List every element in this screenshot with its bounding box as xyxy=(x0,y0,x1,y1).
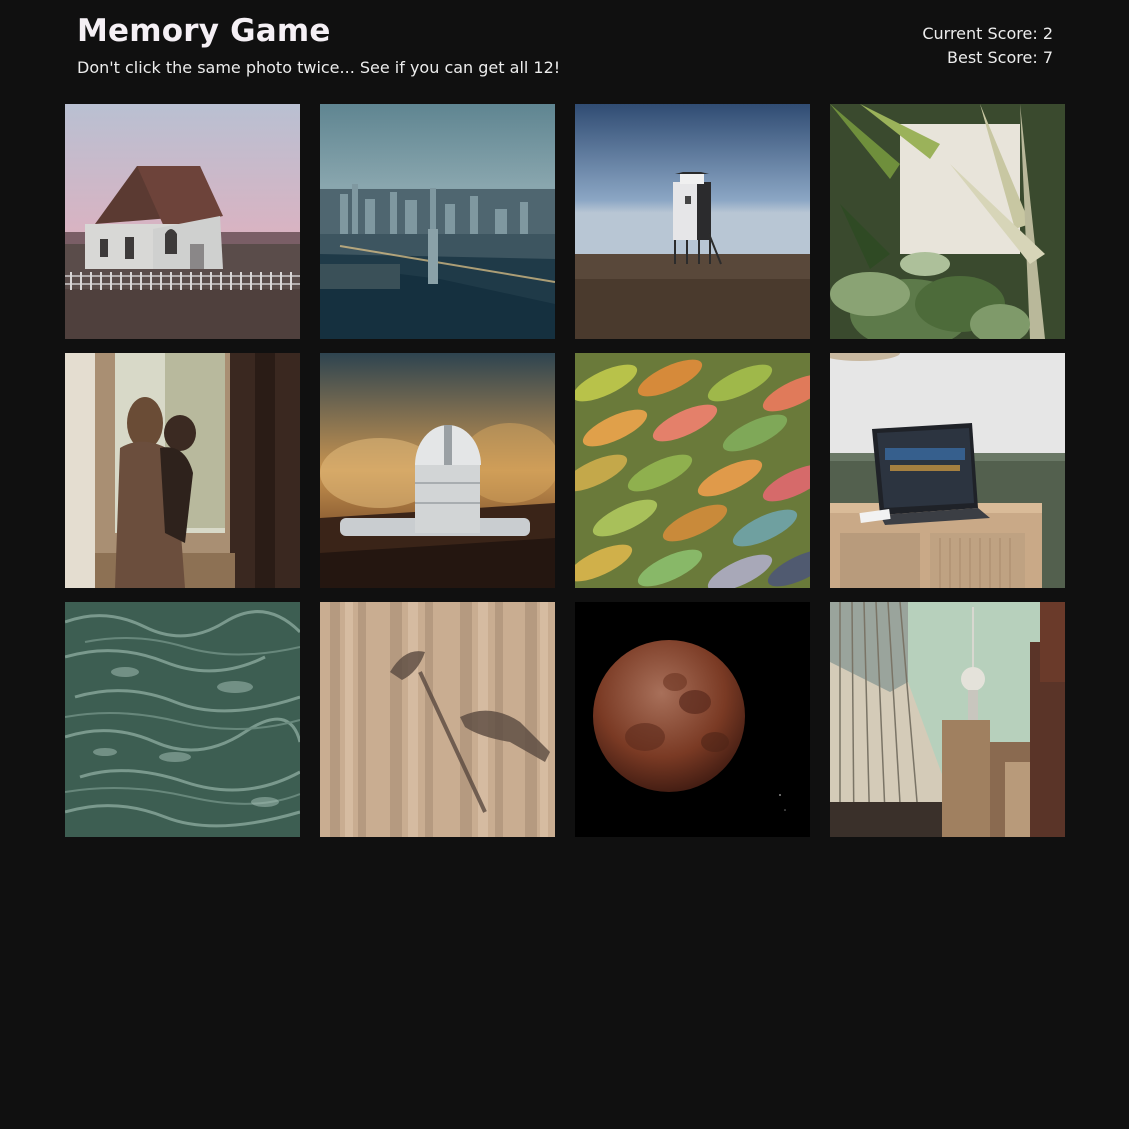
best-score: Best Score: 7 xyxy=(922,46,1053,70)
scoreboard: Current Score: 2 Best Score: 7 xyxy=(922,22,1053,70)
tv-tower-photo-icon xyxy=(830,602,1065,837)
card-feathers[interactable] xyxy=(575,353,810,588)
city-photo-icon xyxy=(320,104,555,339)
curtain-photo-icon xyxy=(320,602,555,837)
plants-photo-icon xyxy=(830,104,1065,339)
feathers-photo-icon xyxy=(575,353,810,588)
best-score-value: 7 xyxy=(1042,48,1053,67)
card-city-river[interactable] xyxy=(320,104,555,339)
card-tv-tower[interactable] xyxy=(830,602,1065,837)
observatory-photo-icon xyxy=(320,353,555,588)
laptop-photo-icon xyxy=(830,353,1065,588)
current-score-label: Current Score: xyxy=(922,24,1038,43)
card-observatory[interactable] xyxy=(320,353,555,588)
header: Memory Game Don't click the same photo t… xyxy=(77,12,1053,84)
ocean-photo-icon xyxy=(65,602,300,837)
card-lighthouse[interactable] xyxy=(575,104,810,339)
card-ocean-water[interactable] xyxy=(65,602,300,837)
card-tropical-plants[interactable] xyxy=(830,104,1065,339)
page-subtitle: Don't click the same photo twice... See … xyxy=(77,58,561,77)
current-score-value: 2 xyxy=(1042,24,1053,43)
card-white-church[interactable] xyxy=(65,104,300,339)
card-mother-child[interactable] xyxy=(65,353,300,588)
lighthouse-photo-icon xyxy=(575,104,810,339)
best-score-label: Best Score: xyxy=(947,48,1038,67)
church-photo-icon xyxy=(65,104,300,339)
card-curtain-shadow[interactable] xyxy=(320,602,555,837)
card-laptop-desk[interactable] xyxy=(830,353,1065,588)
page-title: Memory Game xyxy=(77,13,331,49)
card-blood-moon[interactable] xyxy=(575,602,810,837)
card-grid xyxy=(65,104,1065,837)
mother-child-photo-icon xyxy=(65,353,300,588)
current-score: Current Score: 2 xyxy=(922,22,1053,46)
moon-photo-icon xyxy=(575,602,810,837)
